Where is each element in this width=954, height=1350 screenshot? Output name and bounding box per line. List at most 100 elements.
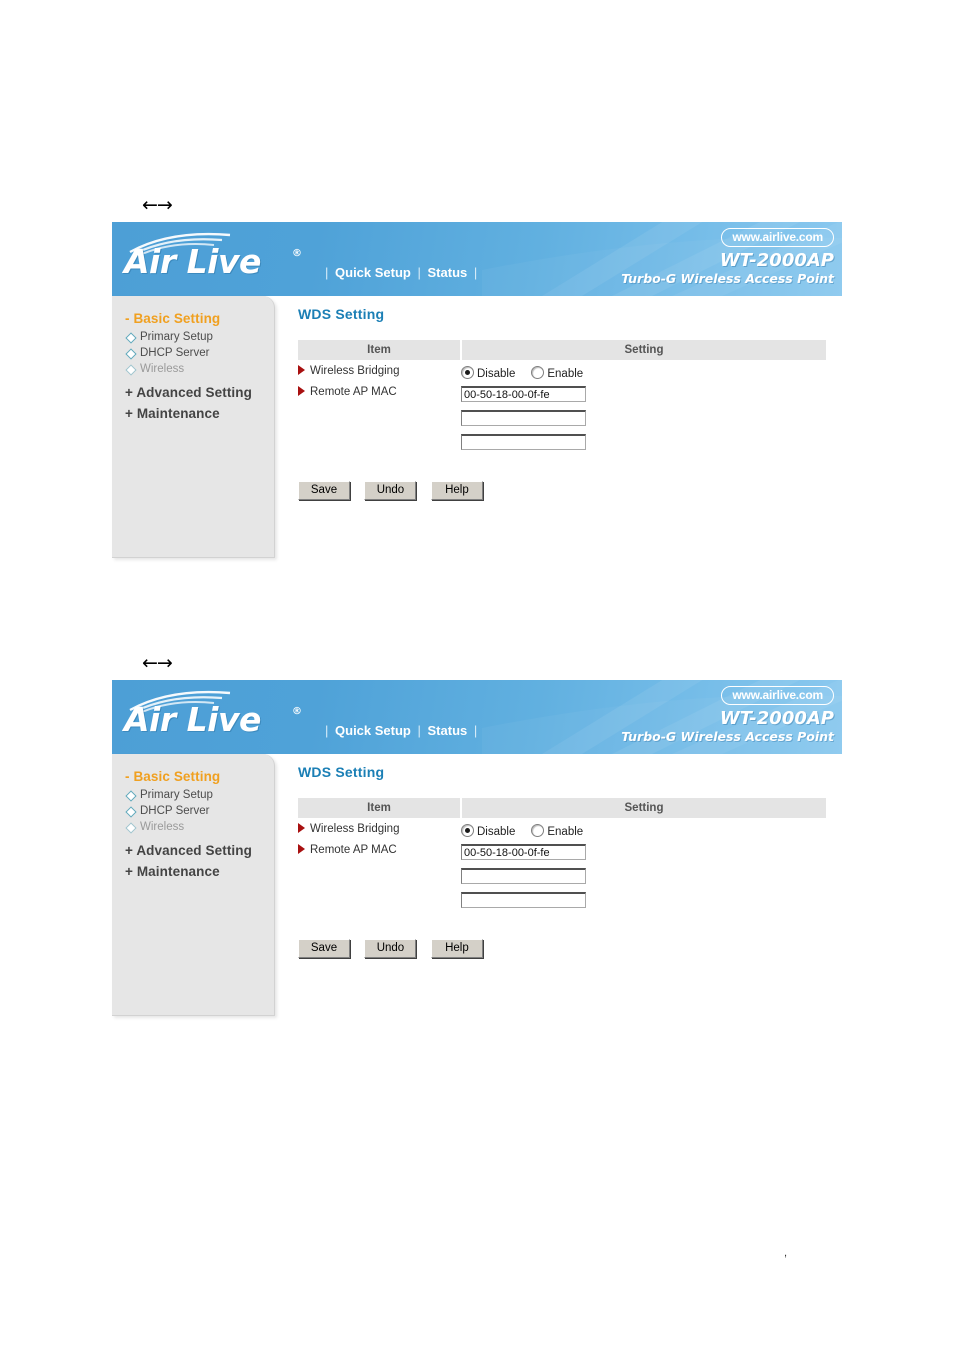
radio-label-enable[interactable]: Enable: [547, 826, 583, 838]
radio-label-disable[interactable]: Disable: [477, 368, 515, 380]
arrow-marker-1: ←→: [142, 194, 173, 216]
column-header-item: Item: [298, 340, 462, 361]
row-value-cell: [461, 382, 826, 460]
router-ui-screenshot-1: Air Live ® | Quick Setup | Status | www.…: [112, 222, 842, 562]
sidebar-item-dhcp-server[interactable]: DHCP Server: [112, 803, 274, 819]
nav-link-quick-setup[interactable]: Quick Setup: [335, 723, 411, 738]
sidebar-sublabel: Primary Setup: [140, 789, 213, 801]
arrow-marker-2: ←→: [142, 652, 173, 674]
nav-link-status[interactable]: Status: [428, 723, 468, 738]
row-label: Remote AP MAC: [310, 844, 397, 856]
sidebar-sublabel: DHCP Server: [140, 347, 210, 359]
radio-enable[interactable]: [531, 366, 545, 379]
diamond-bullet-icon: [125, 364, 137, 376]
undo-button[interactable]: Undo: [364, 481, 417, 500]
nav-sep-1: |: [325, 723, 329, 738]
website-url-badge[interactable]: www.airlive.com: [721, 686, 834, 705]
product-model: WT-2000AP: [719, 250, 834, 271]
sidebar-nav: - Basic Setting Primary Setup DHCP Serve…: [112, 296, 275, 558]
table-header-row: Item Setting: [298, 340, 826, 361]
sidebar-item-advanced-setting[interactable]: + Advanced Setting: [112, 382, 274, 403]
red-triangle-bullet-icon: [298, 365, 305, 375]
sidebar-nav: - Basic Setting Primary Setup DHCP Serve…: [112, 754, 275, 1016]
sidebar-item-wireless[interactable]: Wireless: [112, 361, 274, 377]
red-triangle-bullet-icon: [298, 823, 305, 833]
diamond-bullet-icon: [125, 348, 137, 360]
remote-ap-mac-input-2[interactable]: [461, 410, 586, 426]
radio-enable[interactable]: [531, 824, 545, 837]
airlive-logo: Air Live ®: [122, 686, 322, 748]
row-label: Remote AP MAC: [310, 386, 397, 398]
nav-sep-2: |: [417, 265, 421, 280]
radio-label-disable[interactable]: Disable: [477, 826, 515, 838]
radio-label-enable[interactable]: Enable: [547, 368, 583, 380]
sidebar-item-dhcp-server[interactable]: DHCP Server: [112, 345, 274, 361]
sidebar-item-wireless[interactable]: Wireless: [112, 819, 274, 835]
diamond-bullet-icon: [125, 806, 137, 818]
sidebar-item-maintenance[interactable]: + Maintenance: [112, 403, 274, 424]
sidebar-item-maintenance[interactable]: + Maintenance: [112, 861, 274, 882]
row-label-cell: Remote AP MAC: [298, 840, 461, 918]
diamond-bullet-icon: [125, 790, 137, 802]
sidebar-sublabel: DHCP Server: [140, 805, 210, 817]
remote-ap-mac-input-2[interactable]: [461, 868, 586, 884]
nav-link-status[interactable]: Status: [428, 265, 468, 280]
form-actions: Save Undo Help: [298, 480, 826, 500]
diamond-bullet-icon: [125, 822, 137, 834]
diamond-bullet-icon: [125, 332, 137, 344]
form-actions: Save Undo Help: [298, 938, 826, 958]
main-content: WDS Setting Item Setting Wireless Bridgi…: [298, 296, 826, 500]
brand-name: Air Live: [124, 242, 261, 281]
sidebar-item-basic-setting[interactable]: - Basic Setting: [112, 766, 274, 787]
airlive-logo: Air Live ®: [122, 228, 322, 290]
website-url-badge[interactable]: www.airlive.com: [721, 228, 834, 247]
sidebar-item-primary-setup[interactable]: Primary Setup: [112, 787, 274, 803]
row-label-cell: Wireless Bridging: [298, 361, 461, 383]
save-button[interactable]: Save: [298, 939, 350, 958]
remote-ap-mac-input-1[interactable]: [461, 844, 586, 860]
page-title: WDS Setting: [298, 306, 385, 322]
ui-body: - Basic Setting Primary Setup DHCP Serve…: [112, 296, 842, 562]
nav-sep-3: |: [473, 723, 478, 738]
sidebar-item-advanced-setting[interactable]: + Advanced Setting: [112, 840, 274, 861]
column-header-setting: Setting: [461, 798, 826, 819]
help-button[interactable]: Help: [430, 481, 483, 500]
radio-disable[interactable]: [461, 824, 474, 837]
wds-settings-table: Item Setting Wireless Bridging Disable En…: [298, 340, 826, 460]
sidebar-sublabel: Wireless: [140, 363, 185, 375]
row-label: Wireless Bridging: [310, 823, 400, 835]
red-triangle-bullet-icon: [298, 844, 305, 854]
remote-ap-mac-input-3[interactable]: [461, 892, 586, 908]
row-value-cell: Disable Enable: [461, 361, 826, 383]
product-tagline: Turbo-G Wireless Access Point: [621, 729, 834, 744]
table-row-wireless-bridging: Wireless Bridging Disable Enable: [298, 819, 826, 841]
main-content: WDS Setting Item Setting Wireless Bridgi…: [298, 754, 826, 958]
page-footer-mark: ,: [784, 1247, 788, 1259]
nav-sep-3: |: [473, 265, 478, 280]
table-row-remote-ap-mac: Remote AP MAC: [298, 382, 826, 460]
radio-disable[interactable]: [461, 366, 474, 379]
row-label-cell: Wireless Bridging: [298, 819, 461, 841]
wds-settings-table: Item Setting Wireless Bridging Disable En…: [298, 798, 826, 918]
app-banner: Air Live ® | Quick Setup | Status | www.…: [112, 680, 842, 754]
banner-product-info: www.airlive.com WT-2000AP Turbo-G Wirele…: [621, 228, 834, 286]
nav-link-quick-setup[interactable]: Quick Setup: [335, 265, 411, 280]
banner-nav: | Quick Setup | Status |: [322, 724, 480, 737]
save-button[interactable]: Save: [298, 481, 350, 500]
page-title: WDS Setting: [298, 764, 385, 780]
sidebar-item-basic-setting[interactable]: - Basic Setting: [112, 308, 274, 329]
undo-button[interactable]: Undo: [364, 939, 417, 958]
ui-body: - Basic Setting Primary Setup DHCP Serve…: [112, 754, 842, 1020]
remote-ap-mac-input-1[interactable]: [461, 386, 586, 402]
row-value-cell: [461, 840, 826, 918]
product-tagline: Turbo-G Wireless Access Point: [621, 271, 834, 286]
remote-ap-mac-input-3[interactable]: [461, 434, 586, 450]
sidebar-sublabel: Primary Setup: [140, 331, 213, 343]
wireless-bridging-radio-group: Disable Enable: [461, 823, 826, 838]
banner-product-info: www.airlive.com WT-2000AP Turbo-G Wirele…: [621, 686, 834, 744]
sidebar-item-primary-setup[interactable]: Primary Setup: [112, 329, 274, 345]
help-button[interactable]: Help: [430, 939, 483, 958]
red-triangle-bullet-icon: [298, 386, 305, 396]
banner-nav: | Quick Setup | Status |: [322, 266, 480, 279]
table-row-remote-ap-mac: Remote AP MAC: [298, 840, 826, 918]
